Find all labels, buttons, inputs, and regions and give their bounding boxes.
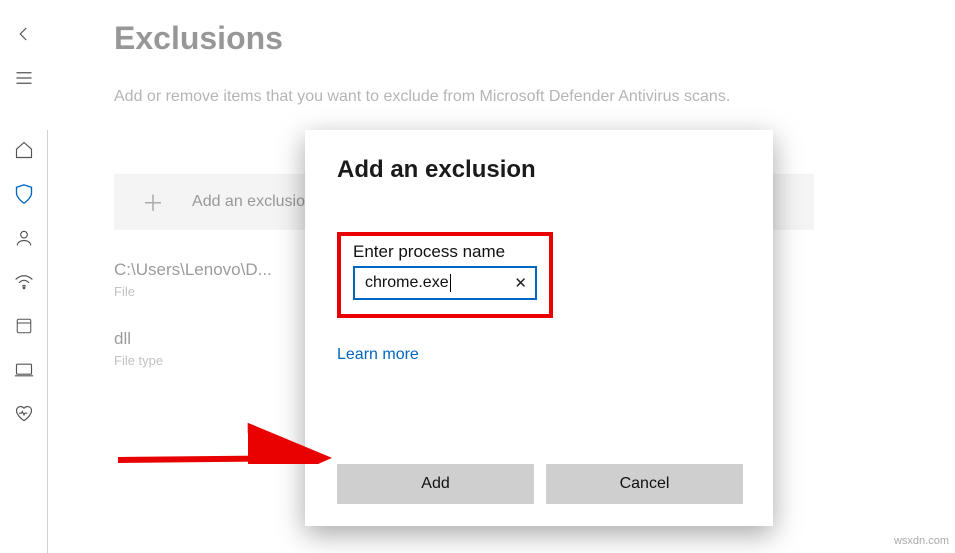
left-rail: [0, 0, 48, 553]
dialog-title: Add an exclusion: [337, 156, 743, 184]
watermark: wsxdn.com: [894, 535, 949, 547]
user-icon[interactable]: [0, 216, 48, 260]
process-name-input[interactable]: chrome.exe ✕: [353, 266, 537, 300]
menu-icon[interactable]: [0, 56, 48, 100]
back-icon[interactable]: [0, 12, 48, 56]
clear-input-icon[interactable]: ✕: [514, 274, 527, 292]
device-icon[interactable]: [0, 348, 48, 392]
process-name-label: Enter process name: [353, 242, 537, 262]
learn-more-link[interactable]: Learn more: [337, 346, 743, 364]
input-value: chrome.exe: [365, 274, 451, 292]
add-exclusion-dialog: Add an exclusion Enter process name chro…: [305, 130, 773, 526]
wifi-icon[interactable]: [0, 260, 48, 304]
home-icon[interactable]: [0, 128, 48, 172]
annotation-highlight: Enter process name chrome.exe ✕: [337, 232, 553, 318]
app-icon[interactable]: [0, 304, 48, 348]
cancel-button[interactable]: Cancel: [546, 464, 743, 504]
add-button[interactable]: Add: [337, 464, 534, 504]
health-icon[interactable]: [0, 392, 48, 436]
shield-icon[interactable]: [0, 172, 48, 216]
